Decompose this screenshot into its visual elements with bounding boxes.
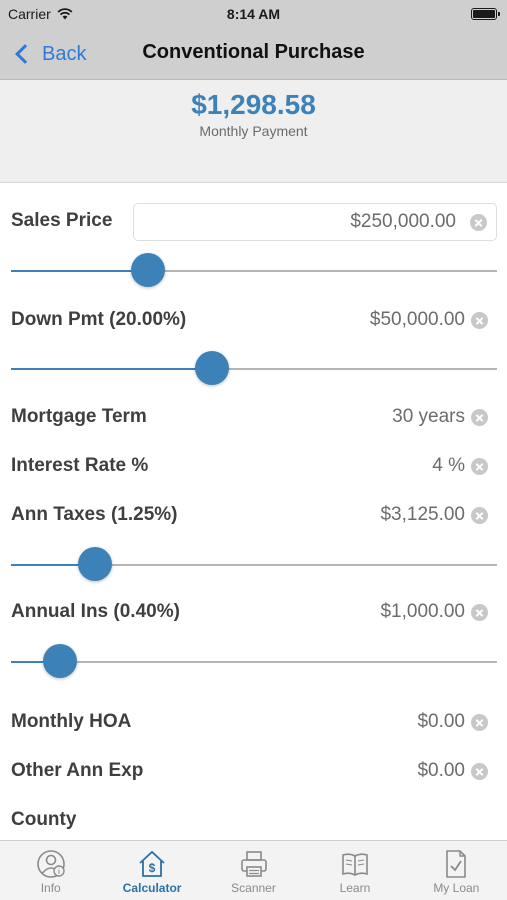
navigation-bar: Back Conventional Purchase <box>0 28 507 80</box>
other-ann-exp-value[interactable]: $0.00 <box>417 760 465 782</box>
annual-ins-value[interactable]: $1,000.00 <box>380 601 465 623</box>
ann-taxes-label: Ann Taxes (1.25%) <box>11 504 178 525</box>
tab-my-loan-label: My Loan <box>433 881 480 895</box>
tab-bar: i Info $ Calculator Scanner Learn My Loa… <box>0 840 507 900</box>
ann-taxes-slider[interactable] <box>11 547 497 583</box>
tab-learn[interactable]: Learn <box>304 841 405 900</box>
tab-learn-label: Learn <box>339 881 371 895</box>
other-ann-exp-label: Other Ann Exp <box>11 760 144 781</box>
slider-thumb[interactable] <box>131 253 166 287</box>
interest-rate-label: Interest Rate % <box>11 455 149 476</box>
tab-scanner-label: Scanner <box>231 881 276 895</box>
slider-thumb[interactable] <box>194 351 229 385</box>
monthly-hoa-value[interactable]: $0.00 <box>417 711 465 733</box>
sales-price-clear-icon[interactable] <box>470 214 487 231</box>
county-row[interactable]: County <box>0 801 507 841</box>
mortgage-term-value[interactable]: 30 years <box>392 406 465 428</box>
tab-calculator-label: Calculator <box>122 881 182 895</box>
battery-icon <box>471 8 500 20</box>
slider-thumb[interactable] <box>42 644 77 678</box>
payment-summary: $1,298.58 Monthly Payment <box>0 80 507 183</box>
sales-price-label: Sales Price <box>11 210 113 231</box>
slider-fill <box>11 368 212 370</box>
other-ann-exp-clear-icon[interactable] <box>471 763 488 780</box>
status-bar: Carrier 8:14 AM <box>0 0 507 28</box>
sales-price-slider[interactable] <box>11 253 497 289</box>
monthly-payment-label: Monthly Payment <box>199 123 308 139</box>
county-label: County <box>11 809 77 830</box>
svg-text:$: $ <box>149 861 156 875</box>
monthly-hoa-row[interactable]: Monthly HOA $0.00 <box>0 703 507 743</box>
page-title: Conventional Purchase <box>142 41 365 63</box>
interest-rate-row[interactable]: Interest Rate % 4 % <box>0 447 507 487</box>
status-time: 8:14 AM <box>226 6 281 22</box>
sales-price-value: $250,000.00 <box>350 211 456 232</box>
document-check-icon <box>446 850 467 878</box>
interest-rate-clear-icon[interactable] <box>471 458 488 475</box>
monthly-hoa-clear-icon[interactable] <box>471 714 488 731</box>
open-book-icon <box>342 853 368 876</box>
down-payment-slider[interactable] <box>11 351 497 387</box>
annual-ins-slider[interactable] <box>11 644 497 680</box>
down-payment-value[interactable]: $50,000.00 <box>370 309 465 331</box>
ann-taxes-clear-icon[interactable] <box>471 507 488 524</box>
mortgage-term-row[interactable]: Mortgage Term 30 years <box>0 398 507 438</box>
slider-thumb[interactable] <box>78 547 113 581</box>
sales-price-input[interactable]: $250,000.00 <box>133 203 497 241</box>
mortgage-term-clear-icon[interactable] <box>471 409 488 426</box>
annual-ins-label: Annual Ins (0.40%) <box>11 601 180 622</box>
monthly-payment-amount: $1,298.58 <box>191 89 316 120</box>
down-payment-clear-icon[interactable] <box>471 312 488 329</box>
annual-ins-clear-icon[interactable] <box>471 604 488 621</box>
tab-info[interactable]: i Info <box>0 841 101 900</box>
other-ann-exp-row[interactable]: Other Ann Exp $0.00 <box>0 752 507 792</box>
mortgage-term-label: Mortgage Term <box>11 406 147 427</box>
slider-track <box>11 661 497 663</box>
down-payment-label: Down Pmt (20.00%) <box>11 309 187 330</box>
interest-rate-value[interactable]: 4 % <box>432 455 465 477</box>
ann-taxes-row[interactable]: Ann Taxes (1.25%) $3,125.00 <box>0 496 507 536</box>
monthly-hoa-label: Monthly HOA <box>11 711 132 732</box>
calculator-house-icon: $ <box>139 850 165 877</box>
annual-ins-row[interactable]: Annual Ins (0.40%) $1,000.00 <box>0 593 507 633</box>
down-payment-row[interactable]: Down Pmt (20.00%) $50,000.00 <box>0 301 507 341</box>
info-person-icon: i <box>36 850 65 878</box>
tab-my-loan[interactable]: My Loan <box>406 841 507 900</box>
tab-info-label: Info <box>40 881 61 895</box>
tab-calculator[interactable]: $ Calculator <box>101 841 202 900</box>
sales-price-row: Sales Price $250,000.00 <box>0 202 507 242</box>
slider-fill <box>11 270 149 272</box>
printer-icon <box>240 851 267 877</box>
tab-scanner[interactable]: Scanner <box>203 841 304 900</box>
ann-taxes-value[interactable]: $3,125.00 <box>380 504 465 526</box>
svg-text:i: i <box>58 869 60 876</box>
